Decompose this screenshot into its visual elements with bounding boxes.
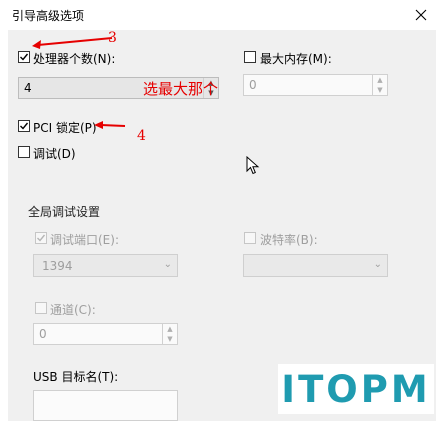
close-icon bbox=[415, 9, 427, 21]
debug-port-label: 调试端口(E): bbox=[50, 233, 119, 247]
debug-port-checkbox[interactable] bbox=[35, 232, 47, 244]
chevron-down-icon: ⌄ bbox=[163, 259, 172, 270]
channel-spin-buttons[interactable]: ▲ ▼ bbox=[162, 324, 177, 344]
advanced-boot-options-dialog: 引导高级选项 处理器个数(N): 4 ▲ ▼ 最大内存(M): 0 ▲ ▼ PC… bbox=[0, 0, 444, 421]
processor-count-checkbox[interactable] bbox=[18, 51, 30, 63]
itopm-watermark-logo: ITOPM bbox=[278, 364, 434, 414]
max-memory-spin-buttons[interactable]: ▲ ▼ bbox=[372, 75, 387, 95]
channel-checkbox[interactable] bbox=[35, 302, 47, 314]
debug-port-select[interactable]: 1394 ⌄ bbox=[33, 254, 178, 277]
global-debug-group-title: 全局调试设置 bbox=[28, 205, 101, 219]
debug-checkbox[interactable] bbox=[18, 146, 30, 158]
max-memory-stepper[interactable]: 0 ▲ ▼ bbox=[243, 74, 388, 96]
processor-count-value: 4 bbox=[24, 81, 32, 95]
checkmark-icon bbox=[37, 234, 46, 242]
annotation-arrow-3 bbox=[32, 37, 113, 49]
title-bar: 引导高级选项 bbox=[0, 0, 444, 30]
background-window-edge-right bbox=[435, 30, 444, 421]
debug-label: 调试(D) bbox=[33, 147, 76, 161]
baud-rate-label: 波特率(B): bbox=[260, 233, 318, 247]
watermark-text: ITOPM bbox=[281, 367, 431, 411]
annotation-number-4: 4 bbox=[137, 128, 146, 144]
annotation-note: 选最大那个 bbox=[143, 80, 219, 98]
debug-port-value: 1394 bbox=[42, 259, 73, 273]
baud-rate-checkbox[interactable] bbox=[244, 232, 256, 244]
channel-label: 通道(C): bbox=[50, 303, 96, 317]
spin-up-icon[interactable]: ▲ bbox=[373, 75, 387, 85]
spin-up-icon[interactable]: ▲ bbox=[163, 324, 177, 334]
spin-down-icon[interactable]: ▼ bbox=[163, 334, 177, 344]
usb-target-input[interactable] bbox=[33, 390, 178, 421]
processor-count-label: 处理器个数(N): bbox=[33, 52, 116, 66]
max-memory-value: 0 bbox=[249, 78, 257, 92]
max-memory-label: 最大内存(M): bbox=[260, 52, 332, 66]
spin-down-icon[interactable]: ▼ bbox=[373, 85, 387, 95]
annotation-number-3: 3 bbox=[108, 30, 117, 46]
window-title: 引导高级选项 bbox=[12, 9, 85, 23]
checkmark-icon bbox=[20, 122, 29, 130]
channel-stepper[interactable]: 0 ▲ ▼ bbox=[33, 323, 178, 345]
chevron-down-icon: ⌄ bbox=[373, 259, 382, 270]
max-memory-checkbox[interactable] bbox=[244, 51, 256, 63]
pci-lock-label: PCI 锁定(P) bbox=[33, 121, 97, 135]
channel-value: 0 bbox=[39, 327, 47, 341]
usb-target-label: USB 目标名(T): bbox=[33, 370, 119, 384]
baud-rate-select[interactable]: ⌄ bbox=[243, 254, 388, 277]
close-button[interactable] bbox=[398, 0, 444, 30]
annotation-arrow-4 bbox=[94, 121, 126, 129]
mouse-cursor-icon bbox=[246, 156, 260, 175]
pci-lock-checkbox[interactable] bbox=[18, 120, 30, 132]
checkmark-icon bbox=[20, 53, 29, 61]
